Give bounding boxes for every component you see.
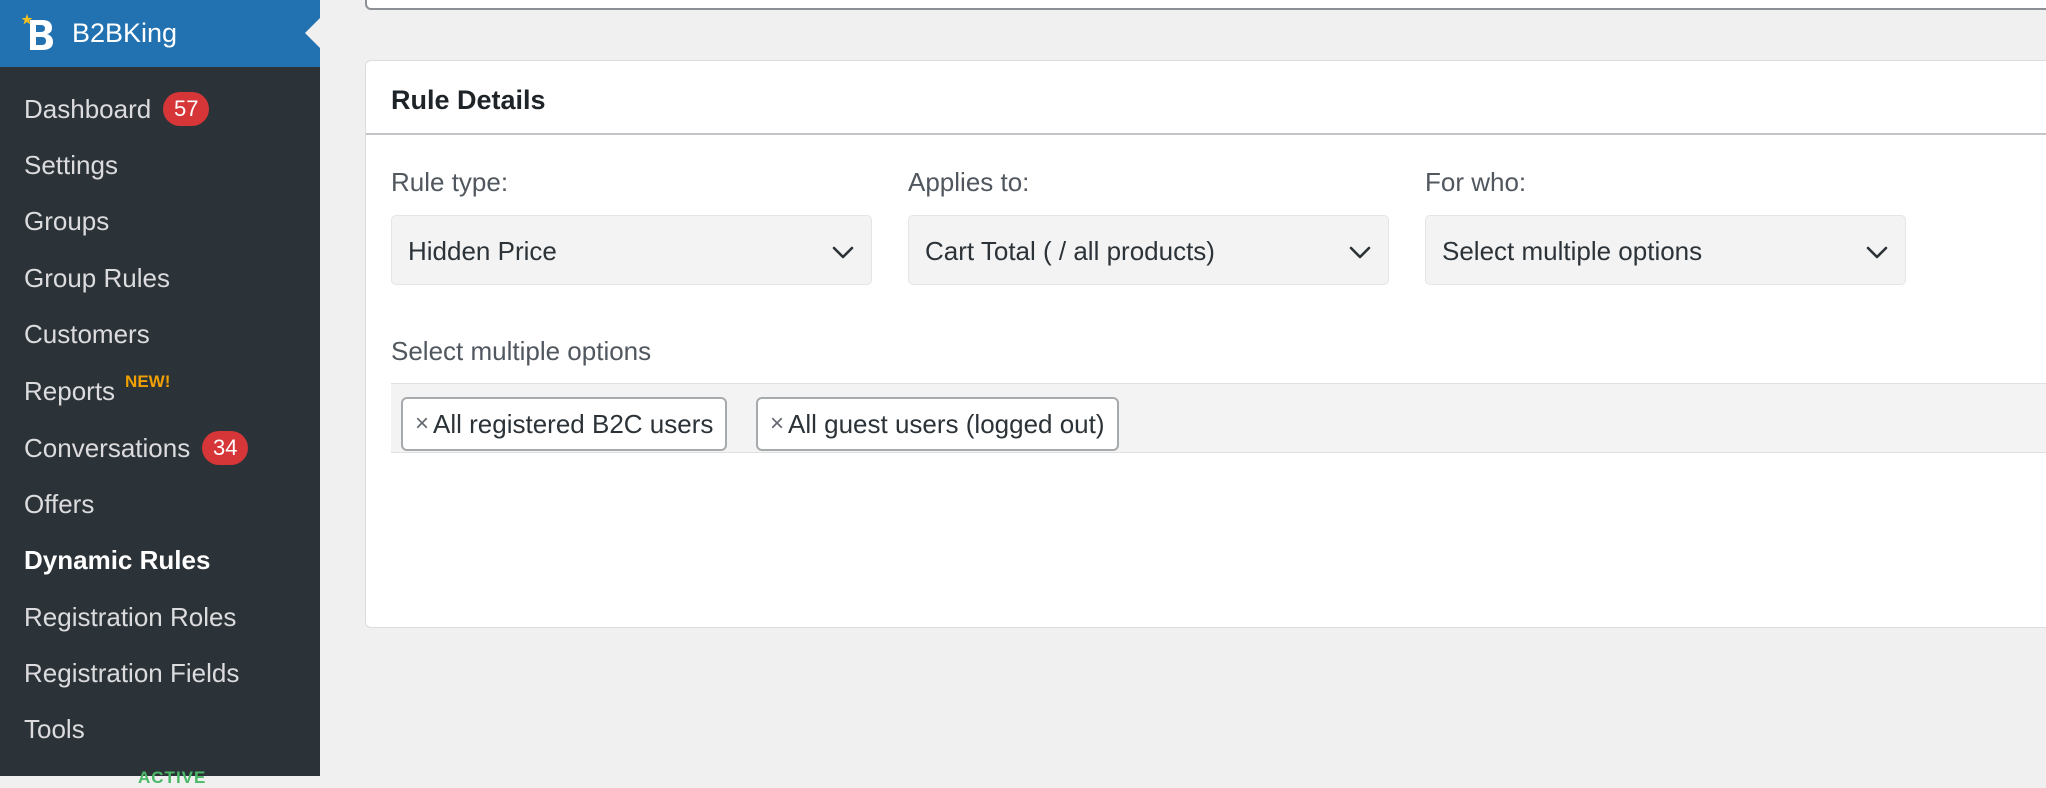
remove-icon[interactable]: × <box>770 410 784 438</box>
chevron-down-icon <box>1866 246 1888 259</box>
sidebar-item-offers[interactable]: Offers <box>24 484 94 524</box>
sidebar-item-settings[interactable]: Settings <box>24 145 118 185</box>
brand-name: B2BKing <box>72 18 178 48</box>
chevron-down-icon <box>832 246 854 259</box>
title-input[interactable] <box>365 0 2046 10</box>
sidebar-item-label: Customers <box>24 318 150 349</box>
applies-to-label: Applies to: <box>908 167 1030 197</box>
sidebar-item-label: Tools <box>24 713 85 744</box>
brand-header[interactable]: B2BKing <box>0 0 320 67</box>
sidebar-item-dashboard[interactable]: Dashboard 57 <box>24 89 210 129</box>
sidebar-item-label: Reports <box>24 375 116 406</box>
chevron-down-icon <box>1349 246 1371 259</box>
sidebar-item-reports[interactable]: Reports NEW! <box>24 371 170 411</box>
chip-label: All registered B2C users <box>433 408 714 439</box>
applies-to-select[interactable]: Cart Total ( / all products) <box>908 215 1389 285</box>
sidebar-item-label: Offers <box>24 488 95 519</box>
chip-label: All guest users (logged out) <box>788 408 1105 439</box>
for-who-value: Select multiple options <box>1442 236 1703 266</box>
sidebar-item-customers[interactable]: Customers <box>24 314 150 354</box>
sidebar-item-conversations[interactable]: Conversations 34 <box>24 428 249 468</box>
sidebar-item-registration-roles[interactable]: Registration Roles <box>24 597 236 637</box>
admin-sidebar: B2BKing Dashboard 57 Settings Groups Gro… <box>0 0 320 787</box>
active-label: ACTIVE <box>138 768 207 787</box>
notification-badge: 34 <box>202 431 249 465</box>
panel-title: Rule Details <box>391 85 546 115</box>
multi-select-input[interactable]: × All registered B2C users × All guest u… <box>391 383 2046 453</box>
for-who-label: For who: <box>1425 167 1527 197</box>
panel-divider <box>366 133 2046 135</box>
rule-type-value: Hidden Price <box>408 236 557 266</box>
sidebar-item-label: Conversations <box>24 432 191 463</box>
sidebar-item-tools[interactable]: Tools <box>24 709 85 749</box>
rule-type-select[interactable]: Hidden Price <box>391 215 872 285</box>
for-who-select[interactable]: Select multiple options <box>1425 215 1906 285</box>
sidebar-item-groups[interactable]: Groups <box>24 201 109 241</box>
applies-to-value: Cart Total ( / all products) <box>925 236 1215 266</box>
b2bking-logo-icon <box>22 14 53 50</box>
sidebar-item-registration-fields[interactable]: Registration Fields <box>24 653 239 693</box>
sidebar-item-label: Dashboard <box>24 93 152 124</box>
current-menu-arrow <box>305 18 320 48</box>
rule-type-label: Rule type: <box>391 167 509 197</box>
selected-option-chip: × All registered B2C users <box>401 397 728 451</box>
multi-select-label: Select multiple options <box>391 336 652 366</box>
rule-details-panel: Rule Details Rule type: Hidden Price App… <box>365 60 2046 628</box>
selected-option-chip: × All guest users (logged out) <box>756 397 1119 451</box>
sidebar-item-group-rules[interactable]: Group Rules <box>24 258 170 298</box>
sidebar-item-label: Groups <box>24 205 110 236</box>
new-tag: NEW! <box>125 372 171 391</box>
sidebar-item-label: Settings <box>24 149 118 180</box>
sidebar-item-label: Registration Fields <box>24 657 240 688</box>
remove-icon[interactable]: × <box>415 410 429 438</box>
sidebar-item-dynamic-rules[interactable]: Dynamic Rules <box>24 540 210 580</box>
notification-badge: 57 <box>163 92 210 126</box>
sidebar-item-label: Dynamic Rules <box>24 544 211 575</box>
sidebar-item-label: Group Rules <box>24 262 170 293</box>
sidebar-item-label: Registration Roles <box>24 601 237 632</box>
